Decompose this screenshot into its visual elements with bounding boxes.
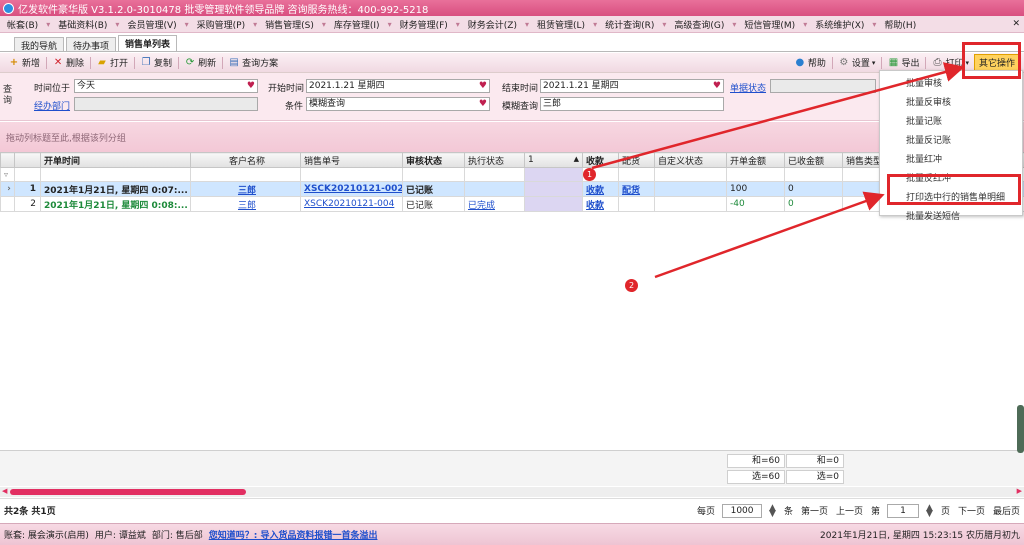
- scroll-left-icon[interactable]: ◀: [2, 487, 7, 495]
- record-count: 共2条 共1页: [4, 507, 56, 517]
- arrow-to-print-item: [654, 191, 885, 279]
- scroll-thumb[interactable]: [10, 489, 246, 495]
- prev-page-button[interactable]: 上一页: [836, 504, 863, 517]
- page-suffix: 页: [940, 507, 950, 517]
- per-page-unit: 条: [783, 507, 793, 517]
- summary-footer: 和=60 和=0 选=60 选=0: [0, 450, 1024, 486]
- scroll-right-icon[interactable]: ▶: [1017, 487, 1022, 495]
- page-input[interactable]: 1: [887, 503, 920, 518]
- per-page-input[interactable]: 1000: [722, 503, 763, 518]
- sel-received: 选=0: [786, 470, 844, 484]
- status-datetime: 2021年1月21日, 星期四 15:23:15 农历腊月初九: [820, 531, 1020, 541]
- status-bar: 账套: 展会演示(启用) 用户: 谭益斌 部门: 售后部 您知道吗？: 导入货品…: [0, 523, 1024, 545]
- first-page-button[interactable]: 第一页: [801, 504, 828, 517]
- next-page-button[interactable]: 下一页: [958, 504, 985, 517]
- vertical-scroll-handle[interactable]: [1017, 405, 1024, 453]
- horizontal-scrollbar[interactable]: ◀ ▶: [0, 487, 1024, 497]
- sum-amount: 和=60: [727, 454, 785, 468]
- per-page-label: 每页: [697, 507, 716, 517]
- arrow-to-other-button: [591, 62, 965, 170]
- tip-link[interactable]: 您知道吗？: 导入货品资料报错一首条溢出: [209, 528, 378, 541]
- stepper-icon[interactable]: ▲ ▼: [769, 503, 776, 518]
- page-prefix: 第: [871, 507, 881, 517]
- step-marker-2: 2: [625, 279, 638, 292]
- last-page-button[interactable]: 最后页: [993, 504, 1020, 517]
- pager: 共2条 共1页 每页 1000 ▲ ▼ 条 第一页 上一页 第 1 ▲ ▼ 页 下一…: [0, 498, 1024, 522]
- status-user: 用户: 谭益斌: [94, 531, 146, 541]
- sum-received: 和=0: [786, 454, 844, 468]
- status-account: 账套: 展会演示(启用): [4, 531, 89, 541]
- step-marker-1: 1: [583, 168, 596, 181]
- status-dept: 部门: 售后部: [151, 531, 203, 541]
- sel-amount: 选=60: [727, 470, 785, 484]
- stepper-icon[interactable]: ▲ ▼: [926, 503, 933, 518]
